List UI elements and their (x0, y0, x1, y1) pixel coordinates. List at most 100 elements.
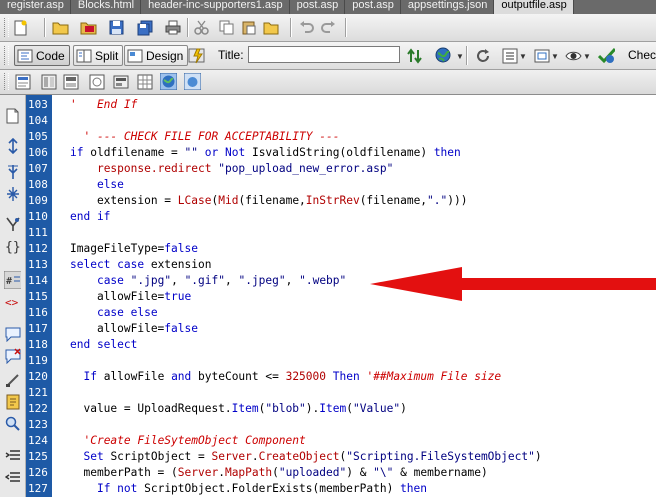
code-token: LCase (177, 194, 212, 207)
browser-icon[interactable] (184, 73, 201, 90)
code-line[interactable]: end select (70, 337, 137, 353)
code-token: case else (96, 306, 158, 319)
collapse-full-tag-icon[interactable] (4, 137, 21, 154)
code-line[interactable]: if oldfilename = "" or Not IsvalidString… (70, 145, 461, 161)
code-line[interactable]: memberPath = (Server.MapPath("uploaded")… (70, 465, 487, 481)
code-line[interactable]: response.redirect "pop_upload_new_error.… (70, 161, 393, 177)
wrap-tag-icon[interactable] (4, 371, 21, 388)
validate-icon[interactable] (565, 47, 582, 64)
code-line[interactable]: allowFile=false (70, 321, 198, 337)
code-line[interactable]: case else (70, 305, 158, 321)
move-css-icon[interactable] (4, 415, 21, 432)
document-tab[interactable]: post.asp (290, 0, 346, 14)
code-line[interactable]: else (70, 177, 124, 193)
undo-icon[interactable] (298, 19, 315, 36)
line-numbers-icon[interactable]: # (4, 270, 21, 289)
folder-icon[interactable] (262, 19, 279, 36)
code-line[interactable]: end if (70, 209, 110, 225)
code-token: response.redirect (96, 162, 212, 175)
recent-snippets-icon[interactable] (4, 393, 21, 410)
print-icon[interactable] (164, 19, 181, 36)
document-tab[interactable]: outputfile.asp (494, 0, 574, 14)
highlight-invalid-code-icon[interactable]: <> (4, 293, 21, 310)
line-number: 103 (28, 98, 48, 111)
redo-icon[interactable] (320, 19, 337, 36)
layout-icon[interactable] (40, 73, 57, 90)
media-icon[interactable] (112, 73, 129, 90)
balance-braces-icon[interactable]: {} (4, 237, 21, 254)
document-tab[interactable]: appsettings.json (401, 0, 495, 14)
chevron-down-icon[interactable]: ▼ (519, 52, 527, 61)
code-line[interactable]: ImageFileType=false (70, 241, 198, 257)
document-tab-bar: register.asp Blocks.html header-inc-suppor… (0, 0, 656, 14)
globe-icon[interactable] (160, 73, 177, 90)
refresh-icon[interactable] (474, 47, 491, 64)
code-token: ImageFileType= (70, 242, 165, 255)
code-token: InStrRev (305, 194, 360, 207)
document-tab[interactable]: post.asp (345, 0, 401, 14)
collapse-selection-icon[interactable] (4, 163, 21, 180)
code-token: ( (346, 402, 353, 415)
template-icon[interactable] (88, 73, 105, 90)
outdent-code-icon[interactable] (4, 469, 21, 486)
code-line[interactable]: If allowFile and byteCount <= 325000 The… (70, 369, 501, 385)
toolbar-grip[interactable] (4, 18, 9, 37)
code-view-button[interactable]: Code (14, 45, 70, 66)
remove-comment-icon[interactable] (4, 347, 21, 364)
cut-icon[interactable] (193, 19, 210, 36)
code-line[interactable]: extension = LCase(Mid(filename,InStrRev(… (70, 193, 468, 209)
live-view-icon[interactable] (188, 47, 205, 64)
apply-comment-icon[interactable] (4, 325, 21, 342)
code-token: Set (83, 450, 104, 463)
line-number: 104 (28, 114, 48, 127)
check-browser-icon[interactable] (598, 47, 615, 64)
expand-all-icon[interactable] (4, 185, 21, 202)
check-page-label[interactable]: Check (628, 48, 656, 62)
code-token: and (171, 370, 192, 383)
code-line[interactable]: ' End If (70, 97, 137, 113)
select-parent-tag-icon[interactable] (4, 215, 21, 232)
page-icon[interactable] (14, 73, 31, 90)
code-line[interactable]: If not ScriptObject.FolderExists(memberP… (70, 481, 427, 497)
save-icon[interactable] (108, 19, 125, 36)
toolbar-grip[interactable] (4, 46, 9, 65)
document-tab[interactable]: Blocks.html (71, 0, 142, 14)
chevron-down-icon[interactable]: ▼ (551, 52, 559, 61)
toolbar-grip[interactable] (4, 73, 9, 90)
browse-icon[interactable] (80, 19, 97, 36)
line-number: 105 (28, 130, 48, 143)
design-view-button[interactable]: Design (124, 45, 189, 66)
code-line[interactable]: Set ScriptObject = Server.CreateObject("… (70, 449, 541, 465)
open-folder-icon[interactable] (52, 19, 69, 36)
code-token: else (96, 178, 124, 191)
indent-code-icon[interactable] (4, 447, 21, 464)
document-tab[interactable]: header-inc-supporters1.asp (141, 0, 290, 14)
table-icon[interactable] (136, 73, 153, 90)
chevron-down-icon[interactable]: ▼ (456, 52, 464, 61)
open-documents-icon[interactable] (4, 107, 21, 124)
code-token: "" (184, 146, 199, 159)
paste-icon[interactable] (240, 19, 257, 36)
copy-icon[interactable] (218, 19, 235, 36)
save-all-icon[interactable] (136, 19, 153, 36)
new-file-icon[interactable] (12, 19, 29, 36)
code-line[interactable]: value = UploadRequest.Item("blob").Item(… (70, 401, 406, 417)
frame-icon[interactable] (62, 73, 79, 90)
code-line[interactable]: allowFile=true (70, 289, 191, 305)
view-options-icon[interactable] (501, 47, 518, 64)
code-line[interactable]: select case extension (70, 257, 211, 273)
code-token: MapPath (224, 466, 273, 479)
file-transfer-icon[interactable] (406, 47, 423, 64)
code-token: select case (70, 258, 145, 271)
visual-aids-icon[interactable] (533, 47, 550, 64)
code-line[interactable]: ' --- CHECK FILE FOR ACCEPTABILITY --- (70, 129, 339, 145)
chevron-down-icon[interactable]: ▼ (583, 52, 591, 61)
line-number: 126 (28, 466, 48, 479)
preview-globe-icon[interactable] (435, 47, 452, 64)
code-line[interactable]: 'Create FileSytemObject Component (70, 433, 305, 449)
title-input[interactable] (248, 46, 400, 63)
code-line[interactable]: case ".jpg", ".gif", ".jpeg", ".webp" (70, 273, 346, 289)
split-view-button[interactable]: Split (73, 45, 124, 66)
document-tab[interactable]: register.asp (0, 0, 71, 14)
